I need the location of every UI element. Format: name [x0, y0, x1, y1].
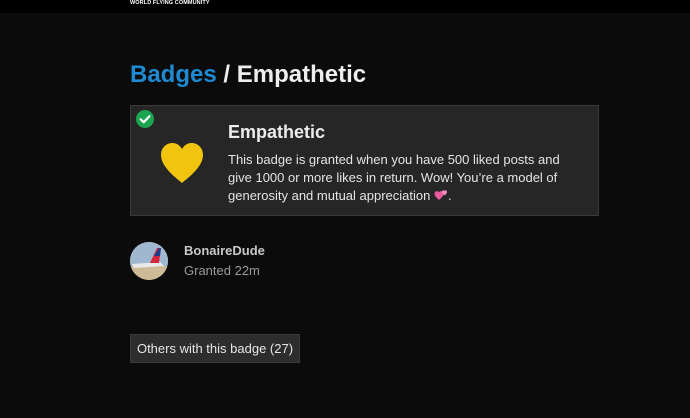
top-header-bar: WORLD FLYING COMMUNITY	[0, 0, 690, 13]
two-hearts-emoji-icon	[434, 190, 447, 200]
heart-icon	[161, 143, 203, 183]
badge-name: Empathetic	[228, 122, 326, 142]
granted-time: Granted 22m	[184, 263, 260, 278]
airplane-tail-icon	[130, 242, 168, 280]
breadcrumb-current: Empathetic	[236, 61, 367, 88]
badge-description-end: .	[447, 188, 452, 203]
site-logo[interactable]: WORLD FLYING COMMUNITY	[130, 0, 210, 6]
breadcrumb-badges-link[interactable]: Badges	[130, 61, 217, 88]
badge-card: Empathetic This badge is granted when yo…	[130, 105, 599, 216]
page-title: Badges / Empathetic	[130, 60, 366, 90]
breadcrumb-separator: /	[223, 61, 231, 88]
check-circle-icon	[136, 110, 154, 128]
badge-description: This badge is granted when you have 500 …	[228, 151, 573, 205]
others-with-badge-button[interactable]: Others with this badge (27)	[130, 334, 300, 363]
granted-username[interactable]: BonaireDude	[184, 243, 265, 258]
user-avatar[interactable]	[130, 242, 168, 280]
badge-description-text: This badge is granted when you have 500 …	[228, 152, 560, 203]
